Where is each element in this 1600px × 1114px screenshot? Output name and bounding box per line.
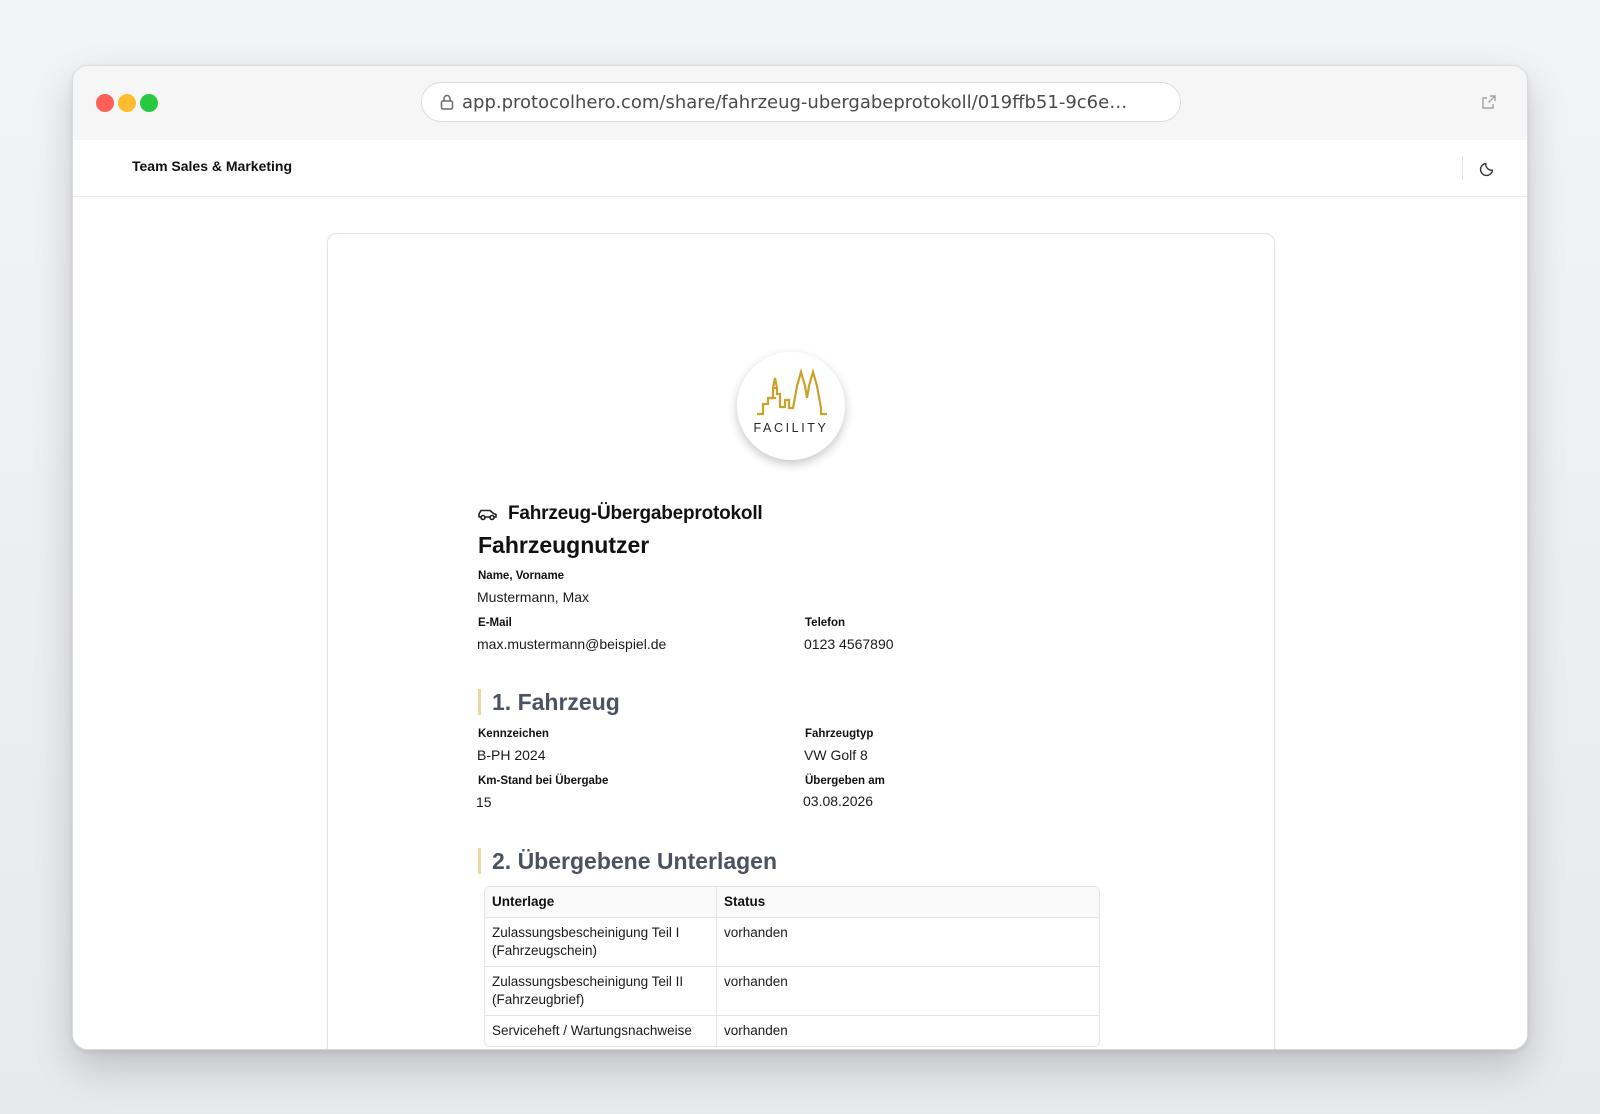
- document-type-heading: Fahrzeug-Übergabeprotokoll: [476, 500, 763, 528]
- user-section-title: Fahrzeugnutzer: [478, 532, 650, 558]
- header-divider: [1462, 156, 1463, 180]
- table-row: Zulassungsbescheinigung Teil II (Fahrzeu…: [485, 966, 1099, 1015]
- address-bar[interactable]: app.protocolhero.com/share/fahrzeug-uber…: [421, 82, 1181, 122]
- vehicle-section-title: 1. Fahrzeug: [478, 689, 620, 715]
- name-value: Mustermann, Max: [477, 589, 590, 605]
- logo-text: FACILITY: [754, 421, 829, 435]
- document-type-label: Fahrzeug-Übergabeprotokoll: [508, 503, 763, 524]
- maximize-window-button[interactable]: [140, 94, 158, 112]
- plate-label: Kennzeichen: [478, 728, 549, 740]
- name-label: Name, Vorname: [478, 570, 565, 582]
- browser-titlebar: app.protocolhero.com/share/fahrzeug-uber…: [73, 66, 1527, 141]
- document-status: vorhanden: [724, 1023, 788, 1038]
- email-label: E-Mail: [478, 617, 512, 629]
- handover-date-value: 03.08.2026: [803, 793, 874, 809]
- car-icon: [478, 509, 497, 521]
- lock-icon: [440, 94, 454, 110]
- vehicle-type-value: VW Golf 8: [804, 747, 868, 763]
- column-header: Unterlage: [485, 887, 717, 917]
- moon-icon[interactable]: [1479, 159, 1497, 177]
- handover-date-label: Übergeben am: [805, 775, 885, 787]
- documents-table: Unterlage Status Zulassungsbescheinigung…: [484, 886, 1100, 1047]
- phone-value: 0123 4567890: [804, 636, 894, 652]
- browser-window: app.protocolhero.com/share/fahrzeug-uber…: [72, 65, 1528, 1050]
- document-card: FACILITY Fahrzeug-Übergabeprotokoll Fahr…: [327, 233, 1275, 1049]
- company-logo: FACILITY: [737, 352, 845, 460]
- vehicle-type-label: Fahrzeugtyp: [805, 728, 874, 740]
- document-item: Zulassungsbescheinigung Teil II (Fahrzeu…: [485, 967, 717, 1015]
- phone-label: Telefon: [805, 617, 846, 629]
- document-status: vorhanden: [724, 974, 788, 989]
- km-value: 15: [476, 794, 492, 810]
- skyline-icon: FACILITY: [754, 367, 829, 435]
- column-header: Status: [724, 894, 766, 909]
- close-window-button[interactable]: [96, 94, 114, 112]
- page-content: FACILITY Fahrzeug-Übergabeprotokoll Fahr…: [73, 197, 1527, 1049]
- document-item: Zulassungsbescheinigung Teil I (Fahrzeug…: [485, 918, 717, 966]
- open-external-icon[interactable]: [1481, 94, 1497, 110]
- url-text: app.protocolhero.com/share/fahrzeug-uber…: [462, 92, 1128, 113]
- document-status: vorhanden: [724, 925, 788, 940]
- km-label: Km-Stand bei Übergabe: [478, 775, 609, 787]
- plate-value: B-PH 2024: [477, 747, 546, 763]
- email-value: max.mustermann@beispiel.de: [477, 636, 667, 652]
- documents-section-title: 2. Übergebene Unterlagen: [478, 848, 777, 874]
- document-item: Serviceheft / Wartungsnachweise: [485, 1016, 717, 1046]
- table-row: Zulassungsbescheinigung Teil I (Fahrzeug…: [485, 917, 1099, 966]
- table-row: Serviceheft / Wartungsnachweise vorhande…: [485, 1015, 1099, 1046]
- app-header: Team Sales & Marketing: [73, 140, 1527, 197]
- team-name[interactable]: Team Sales & Marketing: [132, 158, 292, 174]
- table-header-row: Unterlage Status: [485, 887, 1099, 917]
- minimize-window-button[interactable]: [118, 94, 136, 112]
